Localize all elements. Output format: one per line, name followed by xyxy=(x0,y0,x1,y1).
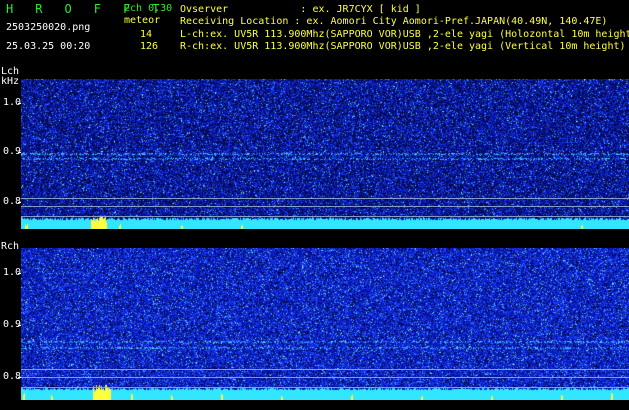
rch-y-tick xyxy=(18,377,21,378)
lch-y-tick xyxy=(18,202,21,203)
lch-meteor-count: 14 xyxy=(140,29,153,40)
rch-reference-line xyxy=(21,369,629,370)
rch-reference-line xyxy=(21,387,629,388)
rch-reference-line xyxy=(21,377,629,378)
lch-y-tick xyxy=(18,152,21,153)
lch-y-tick xyxy=(18,103,21,104)
location-line: Receiving Location : ex. Aomori City Aom… xyxy=(180,16,608,27)
rch-y-tick xyxy=(18,273,21,274)
observer-line: Ovserver : ex. JR7CYX [ kid ] xyxy=(180,4,421,15)
filename-label: 2503250020.png xyxy=(6,22,91,33)
lch-info-line: L-ch:ex. UV5R 113.900Mhz(SAPPORO VOR)USB… xyxy=(180,29,629,40)
rch-meteor-count: 126 xyxy=(140,41,159,52)
version-label: 2ch 0.30 xyxy=(124,3,173,14)
meteor-label: meteor xyxy=(124,15,161,26)
datetime-label: 25.03.25 00:20 xyxy=(6,41,91,52)
lch-reference-line xyxy=(21,216,629,217)
lch-reference-line xyxy=(21,198,629,199)
rch-label: Rch xyxy=(1,241,20,252)
rch-y-tick xyxy=(18,325,21,326)
rch-info-line: R-ch:ex. UV5R 113.900Mhz(SAPPORO VOR)USB… xyxy=(180,41,626,52)
lch-unit: kHz xyxy=(1,76,20,87)
lch-reference-line xyxy=(21,206,629,207)
